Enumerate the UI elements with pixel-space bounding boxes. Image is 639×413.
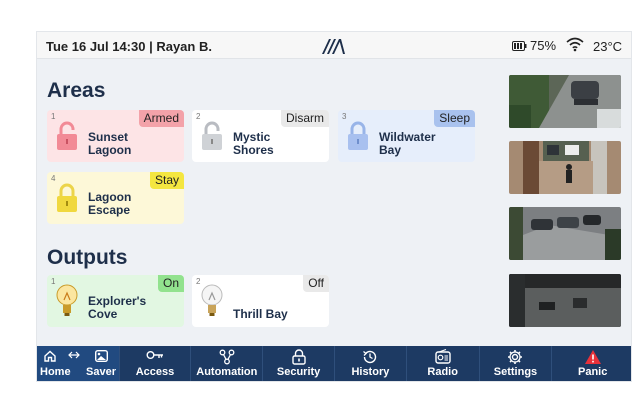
output-name: Thrill Bay: [233, 307, 288, 321]
padlock-icon: [347, 121, 369, 156]
area-number: 4: [51, 174, 56, 183]
area-status-badge: Stay: [149, 172, 184, 189]
padlock-open-icon: [201, 121, 223, 156]
areas-heading: Areas: [47, 79, 106, 102]
output-name: Explorer's Cove: [88, 294, 147, 321]
nav-home[interactable]: Home: [40, 366, 71, 378]
padlock-icon: [56, 183, 78, 218]
nav-history-label: History: [351, 366, 390, 378]
area-card-mystic-shores[interactable]: 2 Disarm Mystic Shores: [192, 110, 329, 162]
camera-feed-patio-night[interactable]: [509, 274, 621, 327]
swap-arrows-icon: [68, 350, 80, 363]
wifi-icon: [566, 37, 584, 57]
camera-feed-front-door[interactable]: [509, 141, 621, 194]
output-status-badge: Off: [303, 275, 329, 292]
radio-icon: [434, 348, 451, 367]
nav-access-label: Access: [135, 366, 175, 378]
nav-settings[interactable]: Settings: [480, 346, 553, 381]
nav-home-saver: Home Saver: [37, 346, 120, 381]
nav-security[interactable]: Security: [263, 346, 335, 381]
light-bulb-on-icon: [55, 284, 79, 323]
battery-level: 75%: [530, 38, 557, 53]
area-status-badge: Disarm: [281, 110, 329, 127]
nav-panic-label: Panic: [577, 366, 608, 378]
light-bulb-off-icon: [200, 284, 224, 323]
nav-saver[interactable]: Saver: [86, 366, 116, 378]
nav-automation-label: Automation: [196, 366, 258, 378]
area-number: 1: [51, 112, 56, 121]
nav-radio-label: Radio: [427, 366, 458, 378]
key-icon: [146, 349, 164, 364]
battery-icon: [512, 40, 527, 51]
battery-status: 75%: [512, 38, 556, 53]
nav-settings-label: Settings: [493, 366, 538, 378]
area-status-badge: Armed: [138, 110, 184, 127]
datetime-user: Tue 16 Jul 14:30 | Rayan B.: [46, 39, 212, 54]
area-number: 2: [196, 112, 201, 121]
area-name: Mystic Shores: [233, 130, 274, 157]
home-icon[interactable]: [44, 350, 56, 365]
area-number: 3: [342, 112, 347, 121]
output-card-explorers-cove[interactable]: 1 On Explorer's Cove: [47, 275, 184, 327]
camera-feed-parking[interactable]: [509, 207, 621, 260]
bottom-nav-bar: Home Saver Access Automation Security Hi…: [37, 346, 631, 381]
area-name: Sunset Lagoon: [88, 130, 132, 157]
area-name: Lagoon Escape: [88, 190, 132, 217]
area-status-badge: Sleep: [434, 110, 475, 127]
status-bar: Tue 16 Jul 14:30 | Rayan B. 75% 23°C: [37, 32, 631, 60]
outputs-heading: Outputs: [47, 246, 128, 269]
area-card-wildwater-bay[interactable]: 3 Sleep Wildwater Bay: [338, 110, 475, 162]
output-card-thrill-bay[interactable]: 2 Off Thrill Bay: [192, 275, 329, 327]
area-card-sunset-lagoon[interactable]: 1 Armed Sunset Lagoon: [47, 110, 184, 162]
nav-history[interactable]: History: [335, 346, 407, 381]
padlock-icon: [56, 121, 78, 156]
nav-security-label: Security: [276, 366, 321, 378]
nav-radio[interactable]: Radio: [407, 346, 480, 381]
camera-feed-driveway[interactable]: [509, 75, 621, 128]
temperature: 23°C: [593, 39, 623, 54]
nav-panic[interactable]: Panic: [552, 346, 631, 381]
area-name: Wildwater Bay: [379, 130, 436, 157]
brand-logo-icon: [320, 37, 346, 60]
area-card-lagoon-escape[interactable]: 4 Stay Lagoon Escape: [47, 172, 184, 224]
nav-automation[interactable]: Automation: [191, 346, 264, 381]
screen-saver-icon[interactable]: [94, 349, 109, 365]
output-status-badge: On: [157, 275, 184, 292]
panel-screen: Tue 16 Jul 14:30 | Rayan B. 75% 23°C Are…: [36, 31, 632, 382]
nav-access[interactable]: Access: [120, 346, 192, 381]
